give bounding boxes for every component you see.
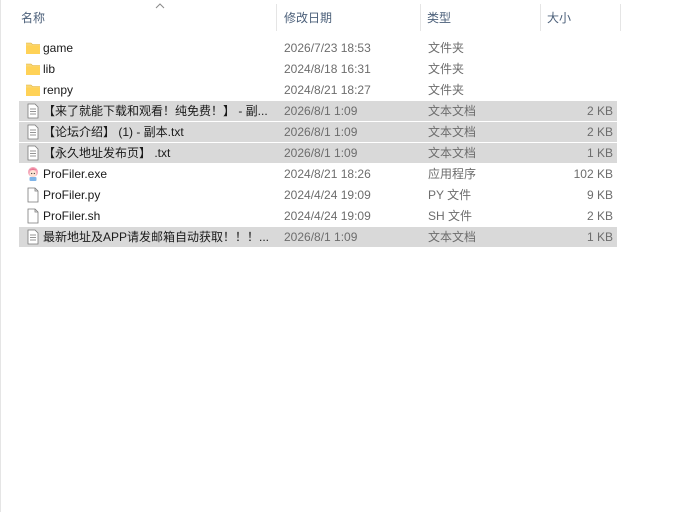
file-date: 2024/4/24 19:09 [284, 209, 371, 223]
column-header-date-label: 修改日期 [284, 11, 333, 25]
text-file-icon [27, 229, 39, 245]
file-date: 2024/4/24 19:09 [284, 188, 371, 202]
file-name: ProFiler.sh [43, 209, 101, 223]
file-date: 2024/8/21 18:26 [284, 167, 371, 181]
file-size [541, 59, 613, 79]
file-name: game [43, 41, 74, 55]
file-size: 102 KB [573, 167, 613, 181]
file-size: 1 KB [586, 146, 613, 160]
file-type: 文件夹 [428, 41, 465, 55]
file-date: 2026/8/1 1:09 [284, 125, 358, 139]
file-date: 2026/8/1 1:09 [284, 146, 358, 160]
file-row-profiler-py[interactable]: ProFiler.py 2024/4/24 19:09 PY 文件 9 KB [19, 185, 617, 205]
column-header-name-label: 名称 [21, 11, 46, 25]
file-date: 2026/8/1 1:09 [284, 104, 358, 118]
file-size: 2 KB [586, 104, 613, 118]
file-type: 文件夹 [428, 83, 465, 97]
file-type: 文本文档 [428, 125, 477, 139]
file-date: 2024/8/21 18:27 [284, 83, 371, 97]
file-size: 1 KB [586, 230, 613, 244]
file-type: 文件夹 [428, 62, 465, 76]
file-type: 应用程序 [428, 167, 477, 181]
file-row-text-1[interactable]: 【来了就能下载和观看！纯免费！】 - 副... 2026/8/1 1:09 文本… [19, 101, 617, 121]
file-name: ProFiler.exe [43, 167, 108, 181]
file-size: 9 KB [586, 188, 613, 202]
file-row-profiler-exe[interactable]: ProFiler.exe 2024/8/21 18:26 应用程序 102 KB [19, 164, 617, 184]
folder-icon [26, 84, 40, 96]
file-row-profiler-sh[interactable]: ProFiler.sh 2024/4/24 19:09 SH 文件 2 KB [19, 206, 617, 226]
column-header-type-label: 类型 [427, 11, 452, 25]
file-row-text-3[interactable]: 【永久地址发布页】 .txt 2026/8/1 1:09 文本文档 1 KB [19, 143, 617, 163]
column-header-type[interactable]: 类型 [421, 0, 541, 33]
blank-file-icon [27, 187, 39, 203]
file-row-text-4[interactable]: 最新地址及APP请发邮箱自动获取！！！... 2026/8/1 1:09 文本文… [19, 227, 617, 247]
file-date: 2026/8/1 1:09 [284, 230, 358, 244]
file-row-lib[interactable]: lib 2024/8/18 16:31 文件夹 [19, 59, 617, 79]
file-name: renpy [43, 83, 74, 97]
column-header-date[interactable]: 修改日期 [278, 0, 421, 33]
file-name: 【论坛介绍】 (1) - 副本.txt [43, 125, 184, 139]
file-type: PY 文件 [428, 188, 472, 202]
file-row-game[interactable]: game 2026/7/23 18:53 文件夹 [19, 38, 617, 58]
column-header-name[interactable]: 名称 [15, 0, 277, 33]
file-type: 文本文档 [428, 146, 477, 160]
file-size: 2 KB [586, 209, 613, 223]
blank-file-icon [27, 208, 39, 224]
text-file-icon [27, 145, 39, 161]
file-type: 文本文档 [428, 104, 477, 118]
file-list-pane: 名称 修改日期 类型 大小 game 2026/7/23 18:53 文件夹 l… [0, 0, 693, 512]
file-name: 【永久地址发布页】 .txt [43, 146, 171, 160]
folder-icon [26, 63, 40, 75]
app-exe-icon [28, 167, 38, 181]
column-header-bar: 名称 修改日期 类型 大小 [1, 0, 693, 33]
sort-ascending-icon [155, 3, 165, 9]
file-row-renpy[interactable]: renpy 2024/8/21 18:27 文件夹 [19, 80, 617, 100]
folder-icon [26, 42, 40, 54]
file-size [541, 80, 613, 100]
file-size [541, 38, 613, 58]
file-type: SH 文件 [428, 209, 473, 223]
file-name: 最新地址及APP请发邮箱自动获取！！！... [43, 230, 270, 244]
file-type: 文本文档 [428, 230, 477, 244]
file-row-text-2[interactable]: 【论坛介绍】 (1) - 副本.txt 2026/8/1 1:09 文本文档 2… [19, 122, 617, 142]
column-header-size[interactable]: 大小 [541, 0, 621, 33]
text-file-icon [27, 103, 39, 119]
file-name: 【来了就能下载和观看！纯免费！】 - 副... [43, 104, 268, 118]
file-name: lib [43, 62, 56, 76]
file-size: 2 KB [586, 125, 613, 139]
file-name: ProFiler.py [43, 188, 101, 202]
file-date: 2026/7/23 18:53 [284, 41, 371, 55]
text-file-icon [27, 124, 39, 140]
file-date: 2024/8/18 16:31 [284, 62, 371, 76]
column-header-size-label: 大小 [547, 11, 572, 25]
